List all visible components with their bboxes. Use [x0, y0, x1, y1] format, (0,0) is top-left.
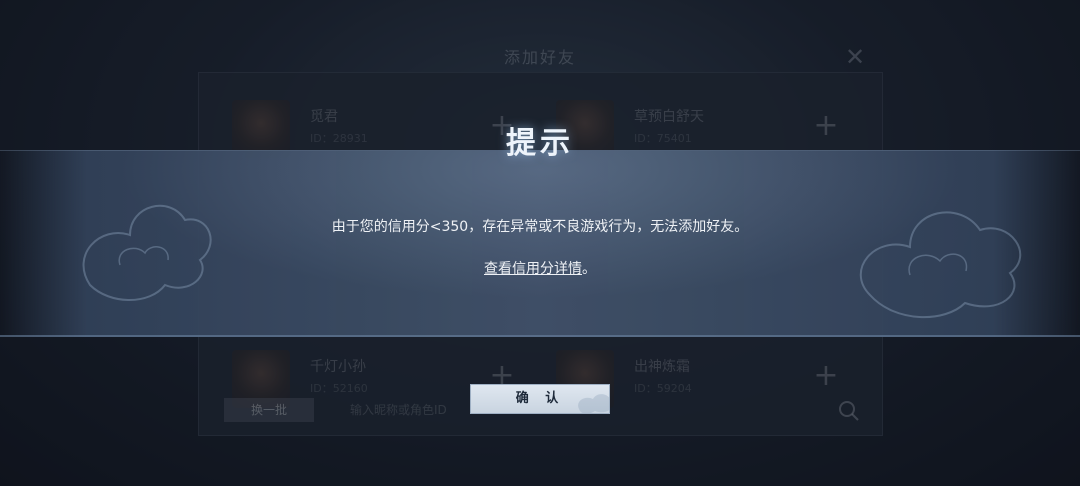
- confirm-label: 确 认: [515, 391, 565, 406]
- credit-detail-row: 查看信用分详情。: [0, 258, 1080, 278]
- cloud-ornament-icon: [578, 394, 609, 413]
- cloud-ornament-icon: [82, 204, 212, 301]
- credit-detail-link[interactable]: 查看信用分详情: [484, 261, 582, 277]
- prompt-message: 由于您的信用分<350，存在异常或不良游戏行为，无法添加好友。: [331, 219, 749, 235]
- detail-suffix: 。: [582, 261, 596, 277]
- prompt-banner: [0, 150, 1080, 337]
- confirm-button[interactable]: 确 认: [470, 384, 610, 414]
- cloud-ornament-icon: [859, 211, 1022, 319]
- prompt-title: 提示: [506, 126, 574, 161]
